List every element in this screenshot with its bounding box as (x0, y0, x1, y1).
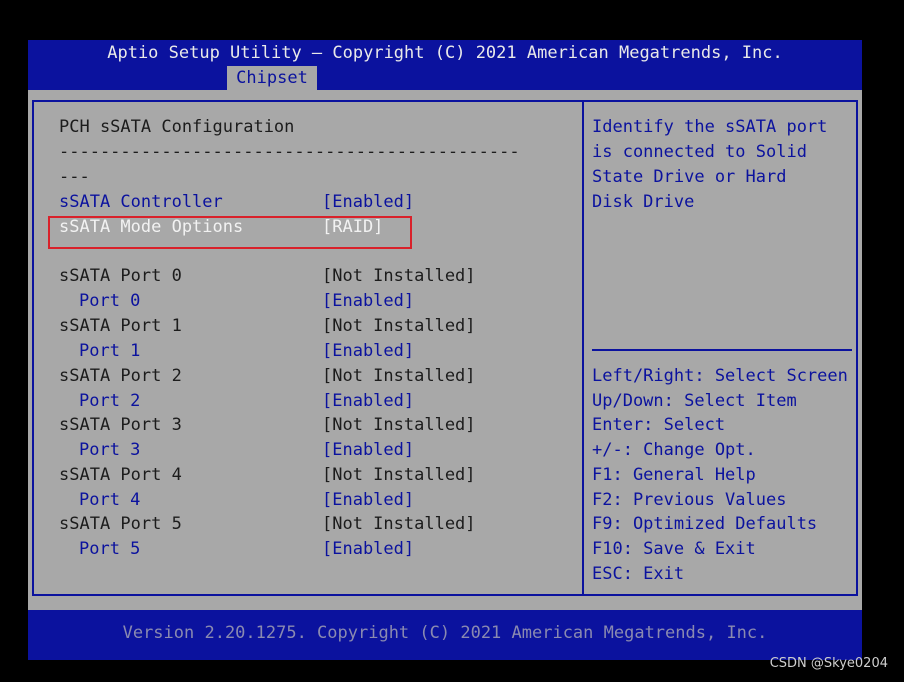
key-hint: Enter: Select (592, 415, 726, 435)
key-hint: +/-: Change Opt. (592, 440, 756, 460)
divider-line: ----------------------------------------… (59, 142, 520, 162)
port-label: sSATA Port 2 (59, 366, 182, 386)
ssata-mode-label[interactable]: sSATA Mode Options (59, 215, 243, 240)
ssata-controller-value[interactable]: [Enabled] (322, 190, 414, 215)
port-enable-value[interactable]: [Enabled] (322, 488, 414, 513)
port-label: sSATA Port 4 (59, 465, 182, 485)
port-label: sSATA Port 5 (59, 514, 182, 534)
port-enable-label[interactable]: Port 4 (79, 488, 140, 513)
port-status: [Not Installed] (322, 514, 476, 534)
port-enable-value[interactable]: [Enabled] (322, 289, 414, 314)
help-line: is connected to Solid (592, 142, 807, 162)
ssata-mode-value[interactable]: [RAID] (322, 215, 383, 240)
ssata-controller-label[interactable]: sSATA Controller (59, 190, 223, 215)
port-status: [Not Installed] (322, 465, 476, 485)
port-label: sSATA Port 1 (59, 316, 182, 336)
port-status: [Not Installed] (322, 316, 476, 336)
footer-version: Version 2.20.1275. Copyright (C) 2021 Am… (122, 623, 768, 643)
port-label: sSATA Port 3 (59, 415, 182, 435)
divider-line-cont: --- (59, 167, 90, 187)
port-enable-label[interactable]: Port 3 (79, 438, 140, 463)
help-line: Identify the sSATA port (592, 117, 828, 137)
header-bar: Aptio Setup Utility – Copyright (C) 2021… (28, 40, 862, 90)
key-hint: F10: Save & Exit (592, 539, 756, 559)
port-status: [Not Installed] (322, 415, 476, 435)
port-enable-value[interactable]: [Enabled] (322, 438, 414, 463)
key-hint: Up/Down: Select Item (592, 391, 797, 411)
key-hint: F2: Previous Values (592, 490, 787, 510)
key-hint: F9: Optimized Defaults (592, 514, 818, 534)
port-enable-value[interactable]: [Enabled] (322, 389, 414, 414)
help-divider (592, 349, 852, 351)
port-enable-label[interactable]: Port 1 (79, 339, 140, 364)
key-hint: ESC: Exit (592, 564, 685, 584)
tab-chipset[interactable]: Chipset (227, 66, 317, 90)
port-enable-label[interactable]: Port 0 (79, 289, 140, 314)
watermark: CSDN @Skye0204 (769, 656, 888, 671)
port-enable-value[interactable]: [Enabled] (322, 537, 414, 562)
header-title: Aptio Setup Utility – Copyright (C) 2021… (107, 43, 783, 63)
port-enable-label[interactable]: Port 2 (79, 389, 140, 414)
key-hint: Left/Right: Select Screen (592, 366, 848, 386)
port-status: [Not Installed] (322, 366, 476, 386)
port-status: [Not Installed] (322, 266, 476, 286)
port-enable-value[interactable]: [Enabled] (322, 339, 414, 364)
footer-bar: Version 2.20.1275. Copyright (C) 2021 Am… (28, 610, 862, 660)
help-line: Disk Drive (592, 192, 695, 212)
port-label: sSATA Port 0 (59, 266, 182, 286)
port-enable-label[interactable]: Port 5 (79, 537, 140, 562)
section-title: PCH sSATA Configuration (59, 117, 295, 137)
key-hint: F1: General Help (592, 465, 756, 485)
help-line: State Drive or Hard (592, 167, 787, 187)
bios-screen: Aptio Setup Utility – Copyright (C) 2021… (28, 40, 862, 660)
